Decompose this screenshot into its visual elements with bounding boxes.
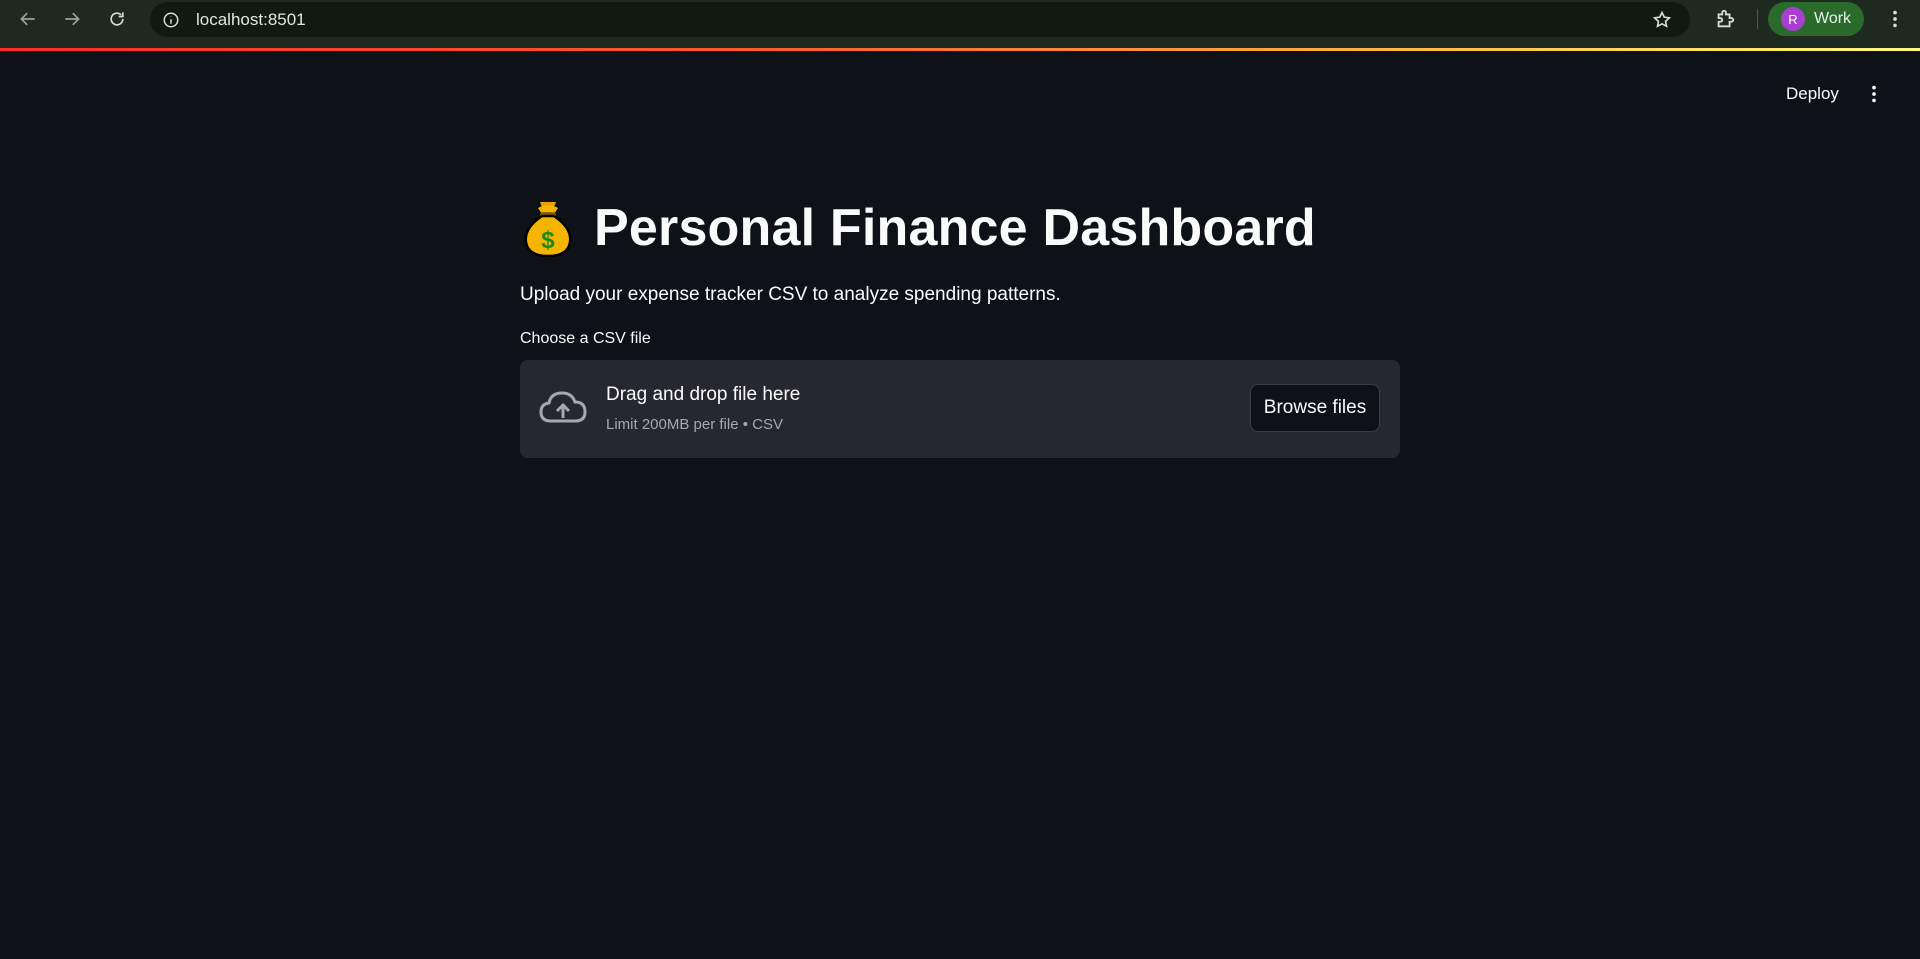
- money-bag-icon: $: [524, 202, 572, 258]
- site-info-icon[interactable]: [160, 9, 182, 31]
- address-bar[interactable]: localhost:8501: [150, 2, 1690, 37]
- profile-button[interactable]: R Work: [1768, 2, 1864, 36]
- back-icon[interactable]: [8, 0, 48, 38]
- browse-files-button[interactable]: Browse files: [1250, 384, 1380, 432]
- deploy-button[interactable]: Deploy: [1772, 80, 1853, 108]
- title-text: Personal Finance Dashboard: [594, 199, 1316, 257]
- browser-toolbar: localhost:8501 R Work: [0, 0, 1920, 48]
- extensions-icon[interactable]: [1712, 6, 1738, 32]
- bookmark-star-icon[interactable]: [1650, 8, 1674, 32]
- dropzone-instructions: Drag and drop file here: [606, 384, 801, 405]
- page-description: Upload your expense tracker CSV to analy…: [520, 284, 1061, 305]
- browser-menu-icon[interactable]: [1880, 4, 1910, 34]
- url-text: localhost:8501: [196, 10, 306, 29]
- file-dropzone[interactable]: Drag and drop file here Limit 200MB per …: [520, 360, 1400, 458]
- svg-text:$: $: [541, 227, 555, 254]
- app-menu-icon[interactable]: [1860, 80, 1888, 108]
- profile-name: Work: [1814, 10, 1852, 27]
- uploader-label: Choose a CSV file: [520, 330, 651, 347]
- app-decoration-bar: [0, 48, 1920, 51]
- reload-icon[interactable]: [97, 0, 137, 38]
- toolbar-divider: [1757, 9, 1758, 29]
- main-content: $ Personal Finance Dashboard Upload your…: [520, 190, 1400, 458]
- forward-icon[interactable]: [52, 0, 92, 38]
- cloud-upload-icon: [539, 391, 587, 423]
- dropzone-limit: Limit 200MB per file • CSV: [606, 416, 783, 433]
- page-title: $ Personal Finance Dashboard: [520, 190, 1400, 266]
- avatar: R: [1781, 7, 1805, 31]
